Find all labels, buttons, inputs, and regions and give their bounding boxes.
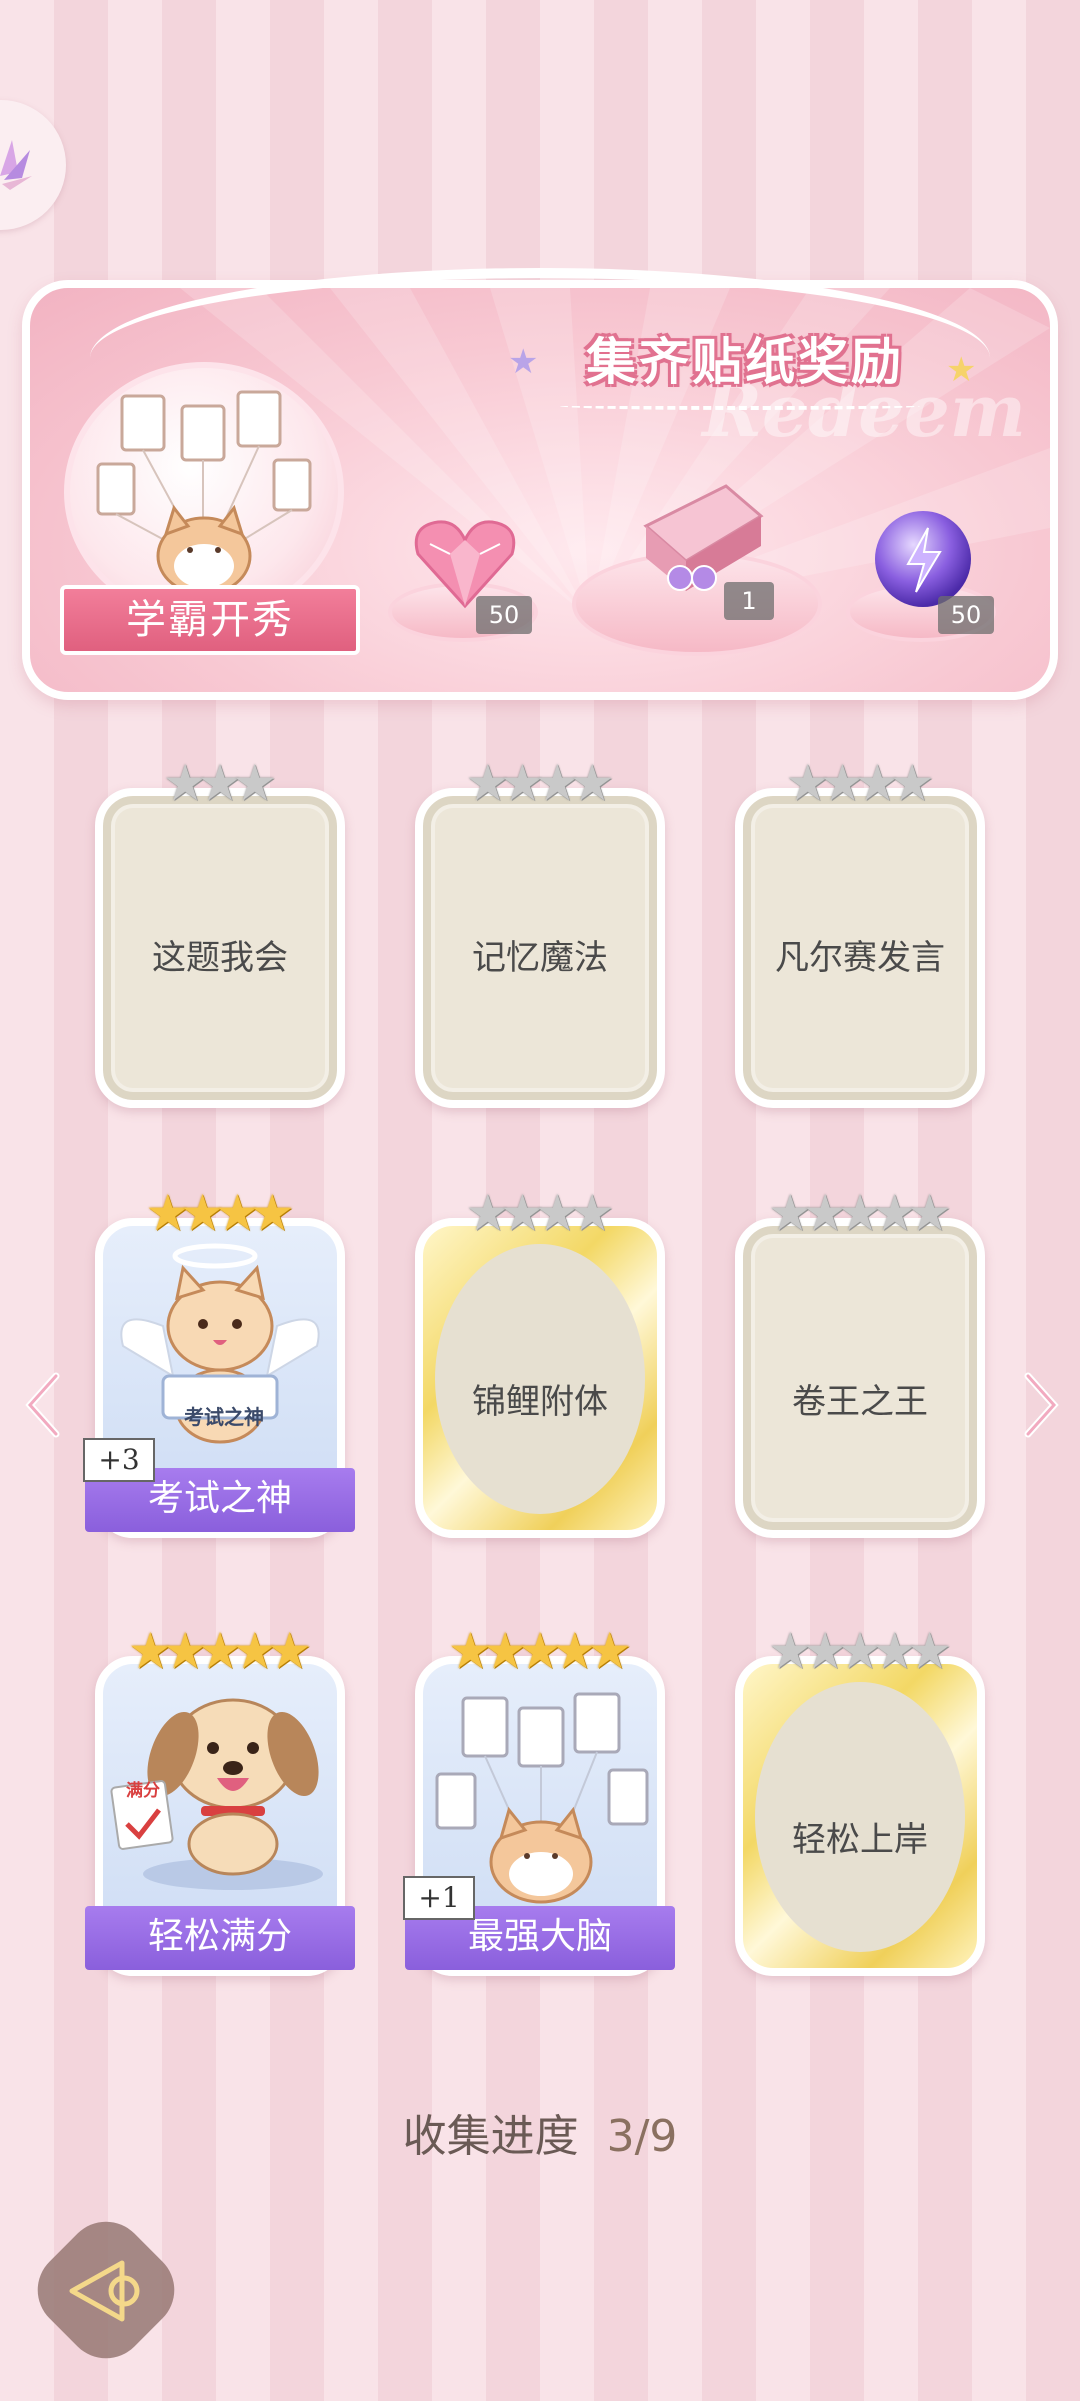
star-icon: ★: [232, 754, 278, 812]
card-name: 卷王之王: [792, 1382, 928, 1422]
star-icon: ★: [267, 1622, 313, 1680]
banner-title: 集齐贴纸奖励: [586, 333, 904, 391]
star-icon: ★: [249, 1184, 295, 1242]
sticker-card[interactable]: ★★★ 这题我会: [95, 758, 345, 1108]
card-name: 记忆魔法: [472, 938, 608, 978]
star-icon: ★: [508, 342, 539, 382]
card-name: 这题我会: [152, 938, 288, 978]
star-icon: ★: [907, 1622, 953, 1680]
sticker-card[interactable]: 满分 ★★★★★ 轻松满分: [85, 1626, 355, 1976]
sticker-card[interactable]: ★★★★★ 轻松上岸: [735, 1626, 985, 1976]
fan-icon: [0, 140, 32, 190]
set-name-label: 学霸开秀: [60, 585, 360, 655]
sticker-card[interactable]: ★★★★★ 最强大脑 +1: [403, 1626, 675, 1976]
star-icon: ★: [569, 754, 615, 812]
duplicate-count-badge: +1: [403, 1876, 475, 1920]
star-icon: ★: [569, 1184, 615, 1242]
star-icon: ★: [587, 1622, 633, 1680]
set-preview-bubble[interactable]: [64, 362, 344, 622]
card-stars: ★★★★★: [95, 1626, 345, 1686]
star-icon: ★: [907, 1184, 953, 1242]
reward-count: 50: [476, 596, 532, 634]
card-stars: ★★★★: [415, 758, 665, 818]
cat-with-papers-icon: [96, 390, 312, 596]
card-name: 锦鲤附体: [472, 1382, 608, 1422]
collection-progress: 收集进度 3/9: [0, 2100, 1080, 2164]
card-stars: ★★★★★: [415, 1626, 665, 1686]
sticker-card[interactable]: 考试之神 ★★★★ 考试之神 +3: [83, 1188, 355, 1538]
back-arrow-icon: [69, 2260, 140, 2322]
duplicate-count-badge: +3: [83, 1438, 155, 1482]
card-name-ribbon: 轻松满分: [85, 1906, 355, 1970]
card-stars: ★★★★: [415, 1188, 665, 1248]
side-menu-button[interactable]: [0, 100, 66, 230]
previous-page-arrow[interactable]: [22, 1370, 62, 1440]
card-name: 凡尔赛发言: [775, 938, 945, 978]
sticker-card[interactable]: ★★★★★ 卷王之王: [735, 1188, 985, 1538]
card-stars: ★★★★: [735, 758, 985, 818]
art-sign-text: 满分: [126, 1781, 160, 1801]
card-stars: ★★★★★: [735, 1188, 985, 1248]
card-stars: ★★★★: [95, 1188, 345, 1248]
reward-count: 50: [938, 596, 994, 634]
star-icon: ★: [946, 350, 977, 390]
sticker-card[interactable]: ★★★★ 记忆魔法: [415, 758, 665, 1108]
progress-value: 3/9: [606, 2111, 678, 2162]
art-sign-text: 考试之神: [184, 1405, 264, 1429]
star-icon: ★: [889, 754, 935, 812]
sticker-card[interactable]: ★★★★ 凡尔赛发言: [735, 758, 985, 1108]
sticker-card[interactable]: ★★★★ 锦鲤附体: [415, 1188, 665, 1538]
progress-label: 收集进度: [402, 2111, 579, 2162]
title-underline: [560, 402, 920, 410]
next-page-arrow[interactable]: [1022, 1370, 1062, 1440]
card-stars: ★★★★★: [735, 1626, 985, 1686]
card-stars: ★★★: [95, 758, 345, 818]
reward-count: 1: [724, 582, 774, 620]
card-name: 轻松上岸: [792, 1820, 928, 1860]
